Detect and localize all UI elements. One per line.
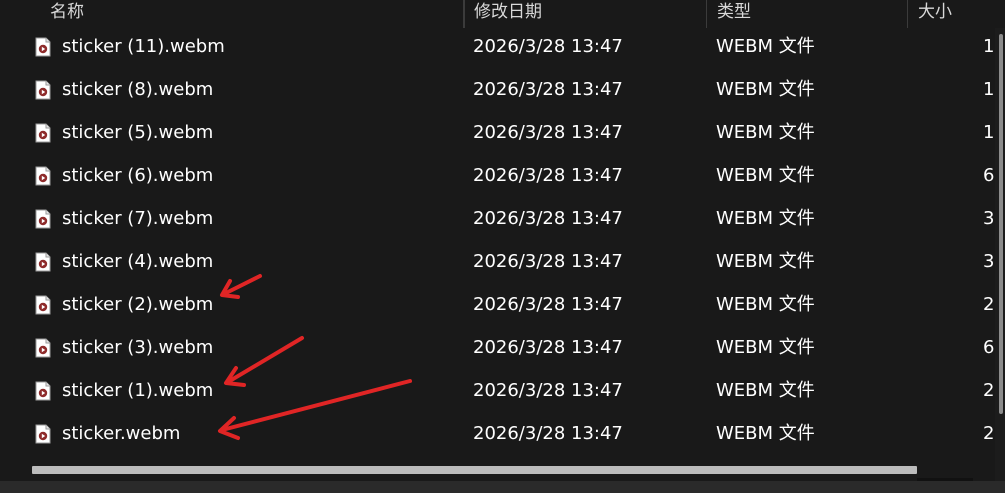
file-name: sticker (3).webm <box>62 337 214 358</box>
file-row[interactable]: sticker (5).webm 2026/3/28 13:47 WEBM 文件… <box>0 111 1005 154</box>
status-bar-edge <box>0 481 1005 493</box>
file-row[interactable]: sticker (7).webm 2026/3/28 13:47 WEBM 文件… <box>0 197 1005 240</box>
file-row[interactable]: sticker (6).webm 2026/3/28 13:47 WEBM 文件… <box>0 154 1005 197</box>
file-modified-date: 2026/3/28 13:47 <box>473 337 623 358</box>
column-header-modified[interactable]: 修改日期 <box>464 0 707 28</box>
file-modified-date: 2026/3/28 13:47 <box>473 122 623 143</box>
file-row[interactable]: sticker (2).webm 2026/3/28 13:47 WEBM 文件… <box>0 283 1005 326</box>
file-type: WEBM 文件 <box>716 79 815 100</box>
file-modified-date: 2026/3/28 13:47 <box>473 380 623 401</box>
file-modified-date: 2026/3/28 13:47 <box>473 165 623 186</box>
file-row[interactable]: sticker (3).webm 2026/3/28 13:47 WEBM 文件… <box>0 326 1005 369</box>
file-row[interactable]: sticker (8).webm 2026/3/28 13:47 WEBM 文件… <box>0 68 1005 111</box>
file-type: WEBM 文件 <box>716 208 815 229</box>
file-modified-date: 2026/3/28 13:47 <box>473 251 623 272</box>
column-header-size-label: 大小 <box>918 2 952 22</box>
webm-video-file-icon <box>35 123 51 143</box>
file-name: sticker (1).webm <box>62 380 214 401</box>
column-header-bar: 名称 修改日期 类型 大小 <box>0 0 1005 28</box>
column-header-name[interactable]: 名称 <box>40 0 464 28</box>
webm-video-file-icon <box>35 424 51 444</box>
file-type: WEBM 文件 <box>716 294 815 315</box>
vertical-scrollbar-thumb[interactable] <box>999 34 1003 414</box>
file-name: sticker.webm <box>62 423 181 444</box>
file-type: WEBM 文件 <box>716 423 815 444</box>
file-row[interactable]: sticker (1).webm 2026/3/28 13:47 WEBM 文件… <box>0 369 1005 412</box>
file-name: sticker (7).webm <box>62 208 214 229</box>
webm-video-file-icon <box>35 295 51 315</box>
webm-video-file-icon <box>35 166 51 186</box>
column-header-type-label: 类型 <box>717 2 751 22</box>
file-type: WEBM 文件 <box>716 36 815 57</box>
file-type: WEBM 文件 <box>716 165 815 186</box>
webm-video-file-icon <box>35 252 51 272</box>
file-row[interactable]: sticker.webm 2026/3/28 13:47 WEBM 文件 2( <box>0 412 1005 455</box>
column-header-type[interactable]: 类型 <box>707 0 908 28</box>
file-list: sticker (11).webm 2026/3/28 13:47 WEBM 文… <box>0 25 1005 455</box>
file-name: sticker (5).webm <box>62 122 214 143</box>
file-name: sticker (8).webm <box>62 79 214 100</box>
column-header-modified-label: 修改日期 <box>474 2 542 22</box>
file-explorer-details-view: 名称 修改日期 类型 大小 sticker (11).webm 2026/3/2… <box>0 0 1005 493</box>
file-modified-date: 2026/3/28 13:47 <box>473 294 623 315</box>
horizontal-scrollbar-thumb[interactable] <box>32 466 917 474</box>
file-name: sticker (4).webm <box>62 251 214 272</box>
file-name: sticker (11).webm <box>62 36 225 57</box>
file-modified-date: 2026/3/28 13:47 <box>473 208 623 229</box>
file-row[interactable]: sticker (4).webm 2026/3/28 13:47 WEBM 文件… <box>0 240 1005 283</box>
webm-video-file-icon <box>35 381 51 401</box>
webm-video-file-icon <box>35 209 51 229</box>
file-type: WEBM 文件 <box>716 337 815 358</box>
column-header-name-label: 名称 <box>50 2 84 22</box>
column-header-size[interactable]: 大小 <box>908 0 1005 28</box>
file-modified-date: 2026/3/28 13:47 <box>473 79 623 100</box>
webm-video-file-icon <box>35 338 51 358</box>
webm-video-file-icon <box>35 80 51 100</box>
column-divider[interactable] <box>464 0 465 28</box>
file-type: WEBM 文件 <box>716 122 815 143</box>
file-name: sticker (6).webm <box>62 165 214 186</box>
file-type: WEBM 文件 <box>716 251 815 272</box>
file-row[interactable]: sticker (11).webm 2026/3/28 13:47 WEBM 文… <box>0 25 1005 68</box>
file-modified-date: 2026/3/28 13:47 <box>473 423 623 444</box>
webm-video-file-icon <box>35 37 51 57</box>
file-name: sticker (2).webm <box>62 294 214 315</box>
file-type: WEBM 文件 <box>716 380 815 401</box>
file-modified-date: 2026/3/28 13:47 <box>473 36 623 57</box>
